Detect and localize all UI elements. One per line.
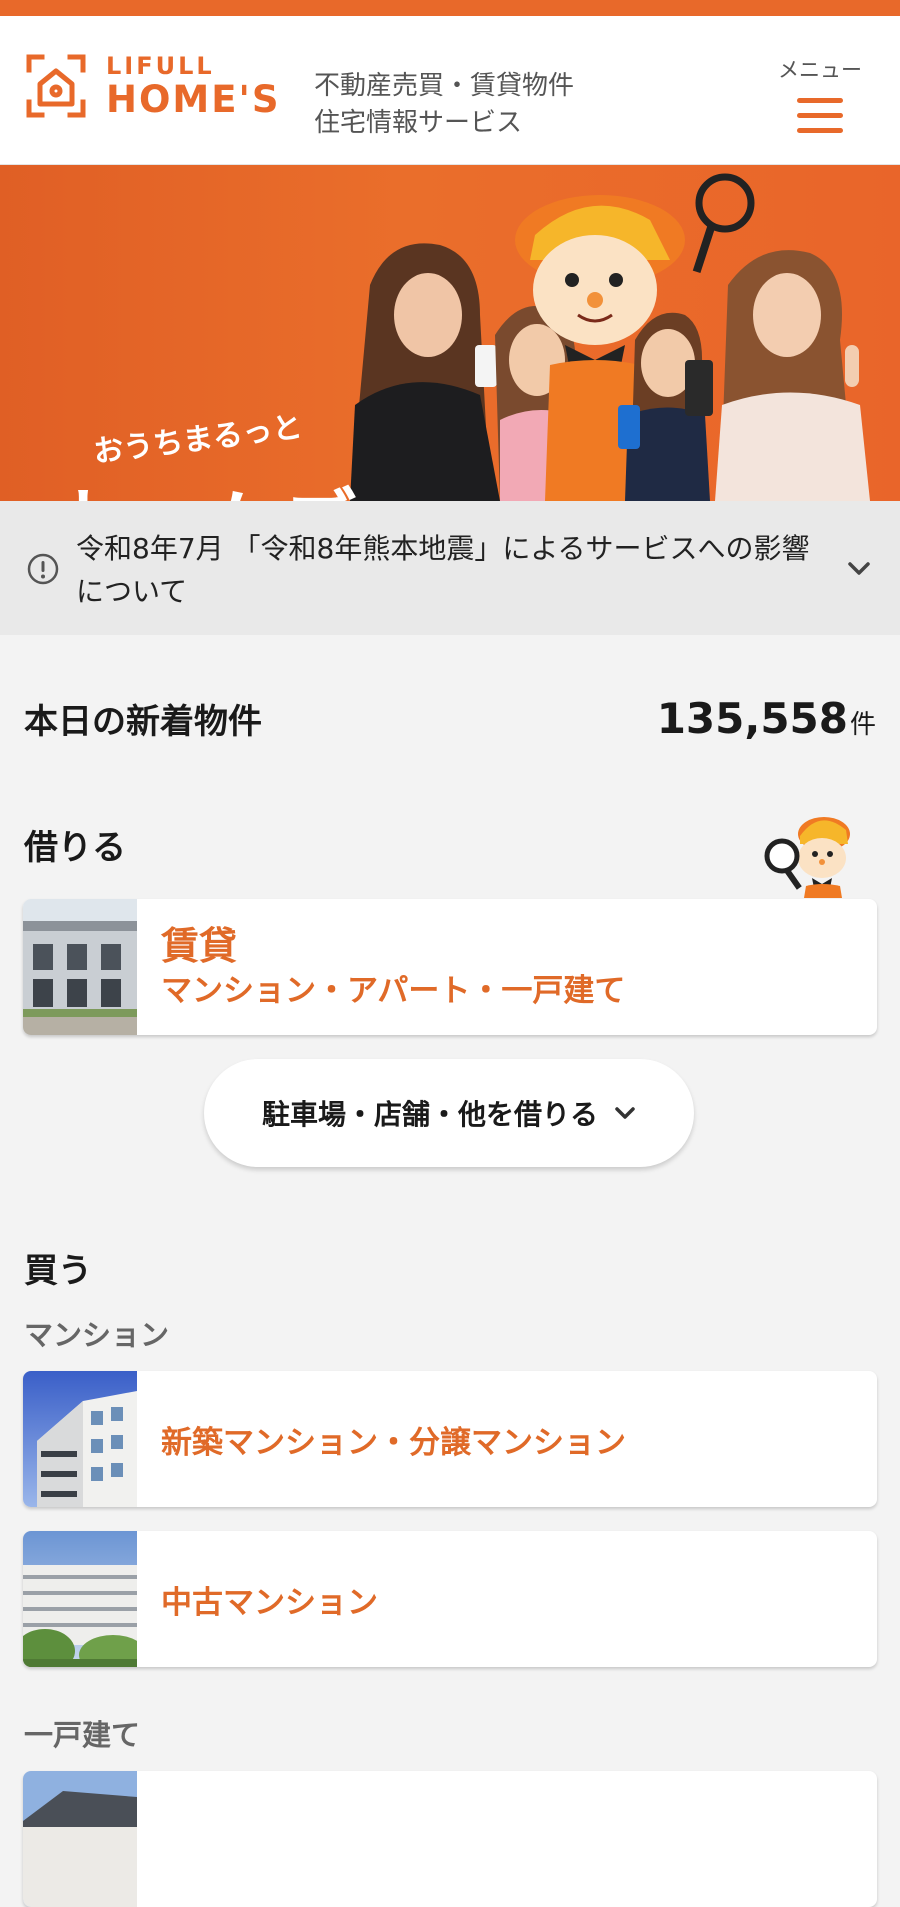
buy-section-title: 買う [24, 1251, 92, 1291]
tagline-line1: 不動産売買・賃貸物件 [314, 71, 575, 101]
new-listings-count-wrap: 135,558件 [657, 694, 876, 743]
house-card[interactable] [23, 1771, 877, 1907]
rent-card-subtitle: マンション・アパート・一戸建て [161, 973, 626, 1009]
menu-label: メニュー [778, 58, 862, 82]
service-notice[interactable]: 令和8年7月 「令和8年熊本地震」によるサービスへの影響について [0, 501, 900, 635]
site-tagline: 不動産売買・賃貸物件 住宅情報サービス [314, 68, 574, 142]
new-listings-row: 本日の新着物件 135,558件 [24, 694, 876, 743]
site-header: LIFULL HOME'S 不動産売買・賃貸物件 住宅情報サービス メニュー [0, 16, 900, 165]
used-mansion-card[interactable]: 中古マンション [23, 1531, 877, 1667]
logo-line1: LIFULL [106, 52, 215, 80]
new-listings-unit: 件 [849, 710, 876, 740]
new-listings-label: 本日の新着物件 [24, 702, 262, 742]
notice-text: 令和8年7月 「令和8年熊本地震」によるサービスへの影響について [76, 532, 810, 608]
apartment-photo [23, 899, 137, 1035]
rent-card-text: 賃貸 マンション・アパート・一戸建て [161, 922, 625, 1012]
new-mansion-label: 新築マンション・分譲マンション [161, 1424, 626, 1461]
hero-people-illustration [350, 173, 870, 501]
hamburger-icon [797, 98, 843, 133]
chevron-down-icon [615, 1107, 635, 1119]
rent-more-button[interactable]: 駐車場・店舗・他を借りる [204, 1059, 694, 1167]
rent-card-title: 賃貸 [161, 924, 238, 968]
alert-circle-icon [27, 553, 59, 585]
used-mansion-photo [23, 1531, 137, 1667]
hero-small-text: おうちまるっと [91, 409, 305, 471]
new-mansion-photo [23, 1371, 137, 1507]
menu-button[interactable]: メニュー [770, 54, 870, 143]
house-photo [23, 1771, 137, 1907]
house-logo-icon [26, 54, 86, 118]
house-label: 一戸建て [24, 1718, 141, 1752]
site-logo[interactable]: LIFULL HOME'S [26, 54, 281, 118]
tagline-line2: 住宅情報サービス [314, 108, 523, 138]
new-listings-count: 135,558 [656, 694, 848, 743]
mascot-icon [764, 817, 850, 898]
rent-card[interactable]: 賃貸 マンション・アパート・一戸建て [23, 899, 877, 1035]
new-mansion-card[interactable]: 新築マンション・分譲マンション [23, 1371, 877, 1507]
mansion-label: マンション [24, 1318, 170, 1352]
used-mansion-label: 中古マンション [161, 1584, 378, 1621]
hero-title: ホームズ [44, 463, 362, 501]
rent-section-title: 借りる [24, 828, 126, 868]
rent-more-label: 駐車場・店舗・他を借りる [261, 1098, 598, 1131]
top-stripe [0, 0, 900, 16]
chevron-down-icon[interactable] [846, 557, 872, 579]
logo-line2: HOME'S [106, 78, 281, 121]
hero-banner[interactable]: おうちまるっと ホームズ [0, 165, 900, 501]
